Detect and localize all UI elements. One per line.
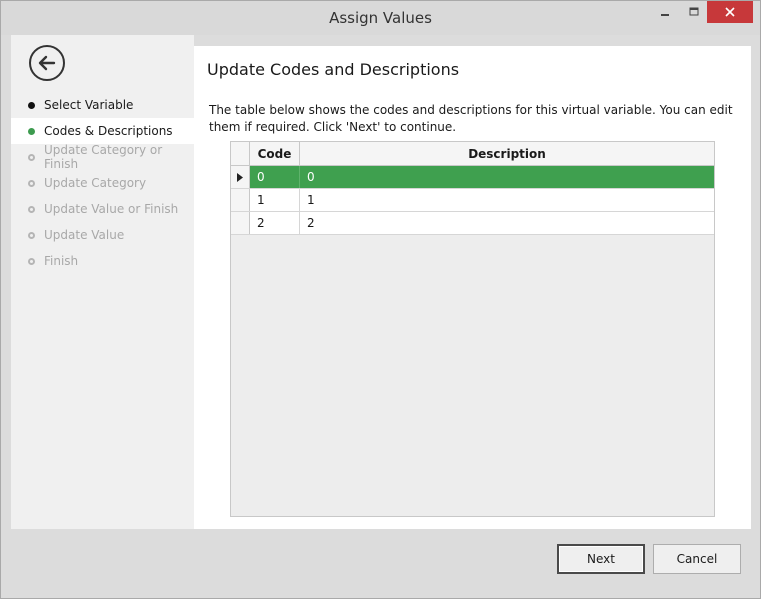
step-done-bullet-icon (28, 102, 35, 109)
window-title: Assign Values (329, 9, 432, 27)
step-update-category-or-finish: Update Category or Finish (11, 143, 194, 171)
step-label: Update Category or Finish (44, 143, 163, 171)
step-label: Update Category (44, 176, 147, 190)
back-arrow-icon (38, 55, 56, 71)
instructions-text: The table below shows the codes and desc… (209, 103, 733, 134)
step-pending-bullet-icon (28, 206, 35, 213)
title-bar[interactable]: Assign Values (1, 1, 760, 35)
back-button[interactable] (29, 45, 65, 81)
step-label: Codes & Descriptions (44, 124, 173, 138)
table-row[interactable]: 1 1 (231, 189, 714, 212)
code-cell[interactable]: 1 (250, 189, 300, 211)
step-label: Finish (44, 254, 79, 268)
close-button[interactable] (707, 1, 753, 23)
step-active-bullet-icon (28, 128, 35, 135)
cancel-button[interactable]: Cancel (653, 544, 741, 574)
description-cell[interactable]: 2 (300, 212, 714, 234)
description-cell[interactable]: 0 (300, 166, 714, 188)
step-pending-bullet-icon (28, 232, 35, 239)
column-header-code[interactable]: Code (250, 142, 300, 166)
step-label: Update Value or Finish (44, 202, 179, 216)
current-row-arrow-icon (237, 172, 243, 182)
code-cell[interactable]: 2 (250, 212, 300, 234)
step-pending-bullet-icon (28, 154, 35, 161)
maximize-icon (689, 7, 699, 16)
minimize-icon (661, 14, 669, 16)
row-header[interactable] (231, 189, 250, 211)
row-header[interactable] (231, 212, 250, 234)
step-pending-bullet-icon (28, 258, 35, 265)
step-update-value: Update Value (11, 222, 194, 248)
table-header: Code Description (231, 142, 714, 166)
description-cell[interactable]: 1 (300, 189, 714, 211)
code-cell[interactable]: 0 (250, 166, 300, 188)
codes-table[interactable]: Code Description 0 0 1 1 2 2 (230, 141, 715, 517)
column-header-description[interactable]: Description (300, 142, 714, 166)
step-finish: Finish (11, 248, 194, 274)
table-row[interactable]: 2 2 (231, 212, 714, 235)
step-codes-descriptions[interactable]: Codes & Descriptions (11, 118, 194, 144)
step-label: Select Variable (44, 98, 134, 112)
page-title: Update Codes and Descriptions (207, 60, 460, 79)
maximize-button[interactable] (681, 1, 707, 23)
close-icon (725, 7, 735, 17)
step-content-panel: Update Codes and Descriptions The table … (194, 46, 751, 529)
step-update-value-or-finish: Update Value or Finish (11, 196, 194, 222)
header-corner (231, 142, 250, 166)
step-pending-bullet-icon (28, 180, 35, 187)
wizard-steps: Select Variable Codes & Descriptions Upd… (11, 92, 194, 274)
next-button[interactable]: Next (557, 544, 645, 574)
step-select-variable[interactable]: Select Variable (11, 92, 194, 118)
step-update-category: Update Category (11, 170, 194, 196)
minimize-button[interactable] (652, 1, 678, 23)
table-row[interactable]: 0 0 (231, 166, 714, 189)
step-label: Update Value (44, 228, 125, 242)
assign-values-dialog: Assign Values Select Variable Codes & De… (0, 0, 761, 599)
row-header[interactable] (231, 166, 250, 188)
wizard-sidebar: Select Variable Codes & Descriptions Upd… (11, 35, 194, 529)
